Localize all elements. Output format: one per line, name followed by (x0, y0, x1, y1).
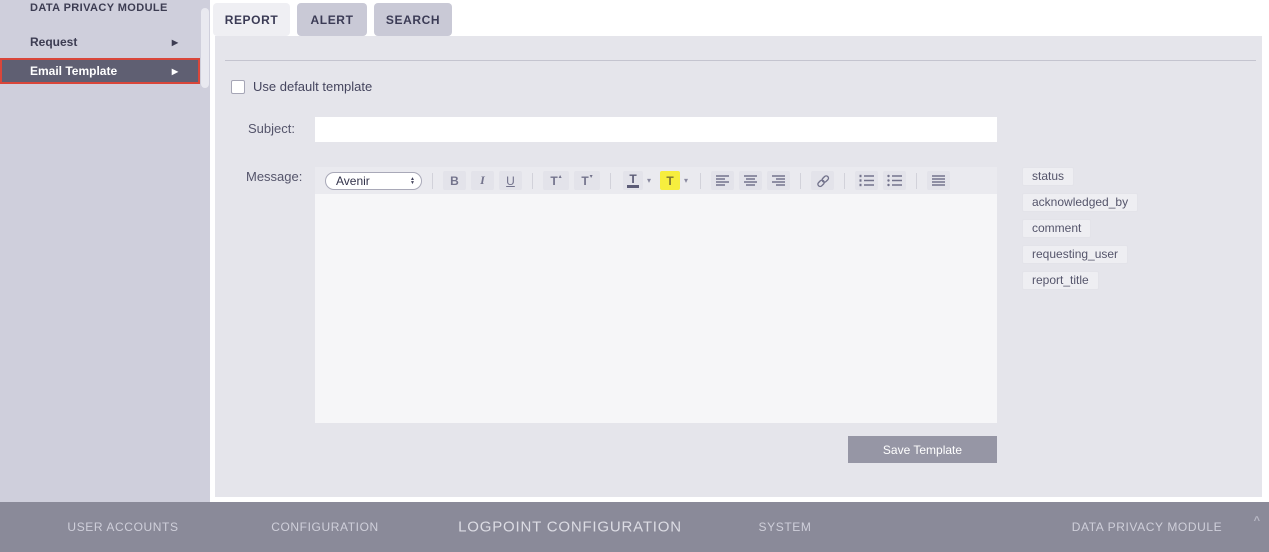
align-right-icon (772, 175, 786, 186)
sidebar-item-request[interactable]: Request ▶ (0, 33, 200, 51)
report-panel: Use default template Subject: Message: A… (215, 36, 1262, 497)
text-color-button[interactable]: T ▾ (623, 171, 651, 190)
justify-icon (932, 175, 946, 186)
tab-search[interactable]: SEARCH (374, 3, 452, 36)
font-shrink-icon: T (581, 173, 589, 188)
placeholder-comment[interactable]: comment (1022, 219, 1092, 238)
sidebar-title: DATA PRIVACY MODULE (30, 2, 168, 14)
footer-item-data-privacy-module[interactable]: DATA PRIVACY MODULE (1072, 520, 1223, 534)
panel-divider (225, 60, 1256, 61)
chevron-down-icon: ▾ (684, 176, 689, 185)
toolbar-separator (800, 172, 802, 189)
footer-item-system[interactable]: SYSTEM (759, 520, 812, 534)
use-default-template-label: Use default template (253, 79, 373, 94)
font-family-select[interactable]: Avenir ▲ ▼ (325, 171, 422, 190)
insert-link-button[interactable] (811, 171, 835, 190)
align-right-button[interactable] (767, 171, 791, 190)
unordered-list-button[interactable] (883, 171, 907, 190)
increase-font-size-button[interactable]: T ▴ (543, 171, 569, 190)
link-icon (816, 174, 829, 187)
sidebar-item-request-label: Request (30, 35, 78, 49)
align-left-button[interactable] (711, 171, 735, 190)
footer-item-configuration[interactable]: CONFIGURATION (271, 520, 379, 534)
italic-icon: I (480, 173, 485, 187)
font-grow-icon: T (550, 173, 558, 188)
message-editor: Avenir ▲ ▼ B I U T ▴ T ▾ T ▾ T ▾ (315, 167, 997, 423)
placeholder-requesting-user[interactable]: requesting_user (1022, 245, 1129, 264)
tab-bar: REPORT ALERT SEARCH (213, 3, 452, 36)
highlight-color-button[interactable]: T ▾ (660, 171, 688, 190)
ordered-list-icon (859, 174, 874, 187)
tab-alert-label: ALERT (310, 12, 354, 27)
underline-icon: U (506, 173, 515, 188)
toolbar-separator (432, 172, 433, 189)
toolbar-separator (610, 172, 611, 189)
tab-alert[interactable]: ALERT (297, 3, 367, 36)
subject-input[interactable] (315, 117, 997, 142)
unordered-list-icon (886, 174, 902, 187)
main-content: REPORT ALERT SEARCH Use default template… (213, 0, 1269, 497)
underline-button[interactable]: U (499, 171, 522, 190)
subject-label: Subject: (248, 121, 295, 136)
bold-icon: B (450, 173, 459, 188)
tab-report[interactable]: REPORT (213, 3, 290, 36)
placeholder-status[interactable]: status (1022, 167, 1075, 186)
align-center-button[interactable] (739, 171, 763, 190)
toolbar-separator (532, 172, 533, 189)
select-stepper-icon: ▲ ▼ (410, 175, 415, 186)
decrease-font-size-button[interactable]: T ▾ (574, 171, 600, 190)
toolbar-separator (700, 172, 702, 189)
sidebar-item-email-template-label: Email Template (30, 64, 118, 78)
footer-item-logpoint-configuration[interactable]: LOGPOINT CONFIGURATION (458, 519, 682, 536)
sidebar-item-email-template[interactable]: Email Template ▶ (0, 58, 200, 84)
align-center-icon (744, 175, 758, 186)
tab-search-label: SEARCH (385, 12, 441, 27)
chevron-down-icon: ▾ (647, 176, 652, 185)
footer-nav: USER ACCOUNTS CONFIGURATION LOGPOINT CON… (0, 502, 1269, 552)
italic-button[interactable]: I (471, 171, 494, 190)
font-family-value: Avenir (336, 173, 370, 188)
toolbar-separator (916, 172, 918, 189)
footer-item-user-accounts[interactable]: USER ACCOUNTS (67, 520, 178, 534)
save-template-button[interactable]: Save Template (848, 436, 997, 463)
tab-report-label: REPORT (224, 12, 279, 27)
toolbar-separator (844, 172, 846, 189)
bold-button[interactable]: B (443, 171, 466, 190)
collapse-footer-icon[interactable]: ^ (1254, 515, 1260, 527)
justify-button[interactable] (927, 171, 951, 190)
message-body-textarea[interactable] (315, 194, 997, 423)
editor-toolbar: Avenir ▲ ▼ B I U T ▴ T ▾ T ▾ T ▾ (315, 167, 997, 194)
sidebar-scrollbar-thumb[interactable] (201, 8, 209, 88)
chevron-right-icon: ▶ (171, 37, 178, 47)
text-color-icon: T (623, 171, 643, 190)
chevron-right-icon: ▶ (171, 66, 178, 76)
placeholder-report-title[interactable]: report_title (1022, 271, 1099, 290)
align-left-icon (716, 175, 730, 186)
ordered-list-button[interactable] (855, 171, 879, 190)
sidebar: DATA PRIVACY MODULE Request ▶ Email Temp… (0, 0, 210, 502)
highlight-color-icon: T (660, 171, 681, 190)
use-default-template-row: Use default template (231, 79, 372, 94)
placeholder-list: status acknowledged_by comment requestin… (1022, 167, 1139, 290)
message-label: Message: (246, 169, 303, 184)
use-default-template-checkbox[interactable] (231, 79, 245, 94)
placeholder-acknowledged-by[interactable]: acknowledged_by (1022, 193, 1139, 212)
